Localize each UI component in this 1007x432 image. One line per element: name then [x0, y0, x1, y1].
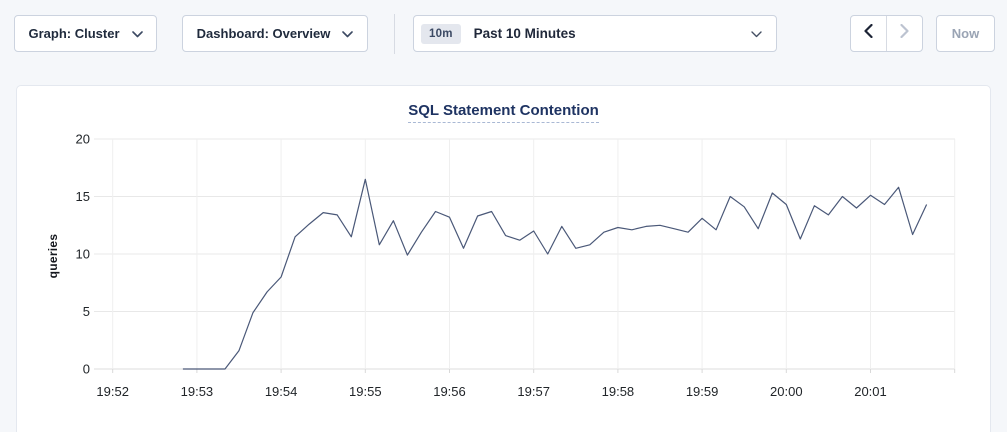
toolbar: Graph: Cluster Dashboard: Overview 10m P… — [14, 15, 995, 52]
time-step-button-group — [850, 15, 923, 52]
contention-chart[interactable]: 0 5 10 15 20 19:52 19:53 19:54 19:55 19:56 19:57 19… — [17, 86, 992, 432]
time-range-selector[interactable]: 10m Past 10 Minutes — [413, 15, 777, 52]
chart-title-row: SQL Statement Contention — [17, 102, 990, 123]
chart-title[interactable]: SQL Statement Contention — [408, 102, 599, 123]
graph-dropdown-label: Graph: Cluster — [28, 26, 119, 41]
x-tick-label: 20:01 — [854, 384, 887, 399]
x-tick-label: 19:58 — [602, 384, 635, 399]
y-tick-label: 10 — [76, 247, 90, 262]
toolbar-divider — [394, 14, 395, 54]
x-tick-label: 20:00 — [770, 384, 803, 399]
series-line — [183, 179, 927, 369]
step-back-button[interactable] — [851, 16, 887, 51]
graph-dropdown[interactable]: Graph: Cluster — [14, 15, 157, 52]
x-tick-label: 19:56 — [433, 384, 466, 399]
step-forward-button[interactable] — [887, 16, 922, 51]
chevron-left-icon — [864, 24, 873, 43]
x-tick-label: 19:53 — [181, 384, 214, 399]
x-tick-label: 19:57 — [517, 384, 550, 399]
chevron-down-icon — [751, 25, 762, 43]
y-tick-label: 15 — [76, 189, 90, 204]
chevron-down-icon — [342, 26, 353, 41]
y-axis-label: queries — [46, 234, 60, 279]
now-button[interactable]: Now — [936, 15, 995, 52]
dashboard-dropdown-label: Dashboard: Overview — [197, 26, 331, 41]
x-tick-label: 19:52 — [96, 384, 129, 399]
chevron-right-icon — [900, 24, 909, 43]
chart-panel: SQL Statement Contention 0 5 10 15 20 19:52 19… — [16, 85, 991, 432]
y-tick-label: 0 — [83, 362, 90, 377]
dashboard-dropdown[interactable]: Dashboard: Overview — [182, 15, 368, 52]
x-tick-label: 19:55 — [349, 384, 382, 399]
chevron-down-icon — [132, 26, 143, 41]
time-window-label: Past 10 Minutes — [474, 26, 576, 41]
time-window-badge: 10m — [421, 24, 461, 44]
x-tick-label: 19:54 — [265, 384, 298, 399]
y-tick-label: 5 — [83, 304, 90, 319]
y-tick-label: 20 — [76, 132, 90, 147]
x-tick-label: 19:59 — [686, 384, 719, 399]
